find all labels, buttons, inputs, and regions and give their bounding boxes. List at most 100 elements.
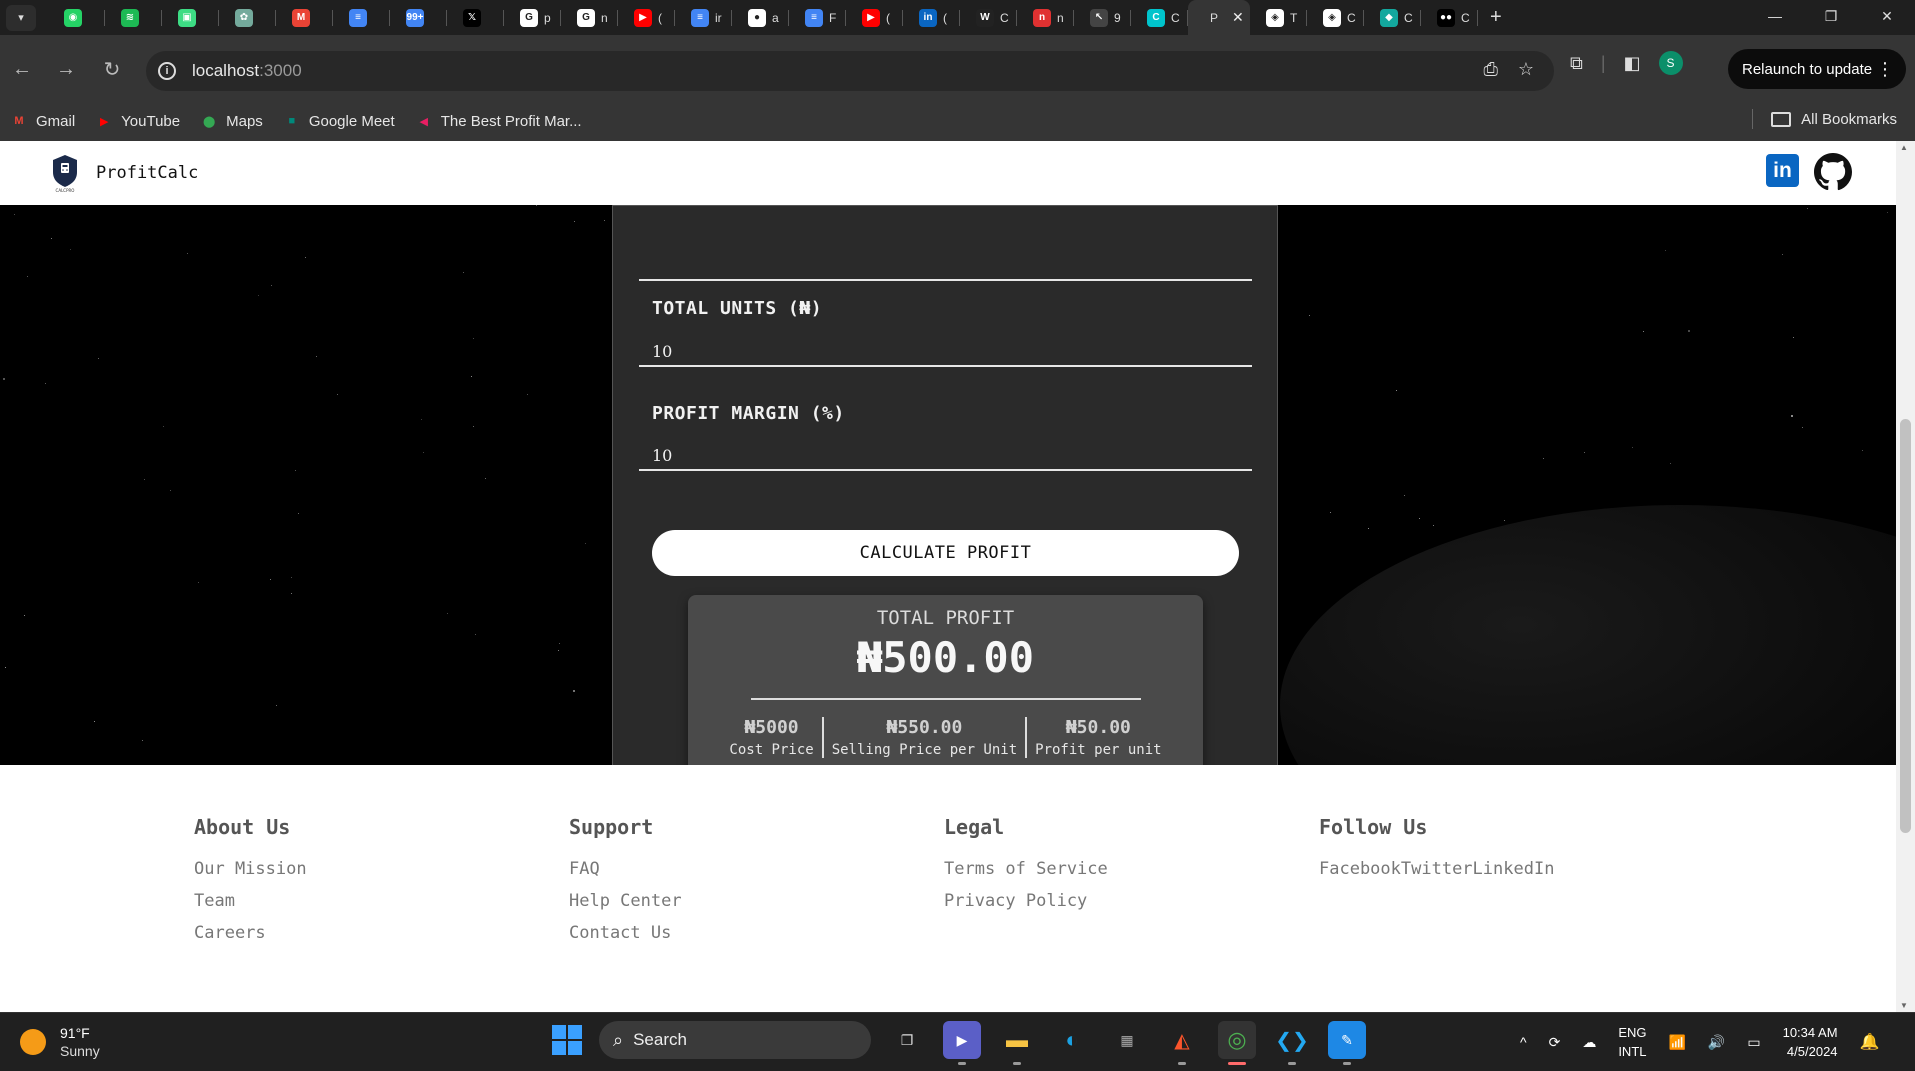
footer-link-twitter[interactable]: Twitter [1401, 859, 1473, 879]
language-indicator[interactable]: ENG INTL [1618, 1023, 1646, 1061]
github-icon[interactable] [1814, 153, 1852, 191]
bookmark-item[interactable]: ▶ YouTube [95, 113, 180, 130]
browser-tab[interactable]: ≡ [333, 0, 390, 35]
taskbar-search[interactable]: ⌕ Search [599, 1021, 871, 1059]
chrome-icon[interactable]: ◎ [1218, 1021, 1256, 1065]
shield-logo-icon[interactable]: CALCPRO [50, 153, 80, 193]
bookmark-item[interactable]: ⬤ Maps [200, 113, 263, 130]
scroll-up-icon[interactable]: ▲ [1900, 143, 1908, 152]
profile-avatar[interactable]: S [1658, 51, 1683, 75]
reload-button[interactable]: ↻ [94, 51, 130, 87]
footer-link-terms[interactable]: Terms of Service [944, 859, 1108, 879]
chevron-up-icon[interactable]: ^ [1520, 1034, 1527, 1050]
footer-heading: Support [569, 815, 654, 839]
browser-tab[interactable]: in ( [903, 0, 960, 35]
clock[interactable]: 10:34 AM 4/5/2024 [1783, 1023, 1838, 1061]
brand-name[interactable]: ProfitCalc [96, 163, 198, 183]
close-tab-icon[interactable]: ✕ [1232, 9, 1244, 26]
footer-link-careers[interactable]: Careers [194, 923, 307, 943]
page-scrollbar[interactable]: ▲ ▼ [1896, 141, 1915, 1012]
battery-icon[interactable]: ▭ [1747, 1034, 1760, 1051]
browser-tab[interactable]: ◉ [48, 0, 105, 35]
browser-tab[interactable]: 𝕏 [447, 0, 504, 35]
browser-tab[interactable]: ≡ ir [675, 0, 732, 35]
restore-button[interactable]: ❐ [1803, 0, 1859, 32]
bookmark-star-icon[interactable]: ☆ [1518, 59, 1534, 80]
browser-tab[interactable]: P ✕ [1188, 0, 1250, 35]
footer-link-our-mission[interactable]: Our Mission [194, 859, 307, 879]
browser-tab[interactable]: Gn [561, 0, 618, 35]
teams-icon[interactable]: ▶ [943, 1021, 981, 1065]
browser-tab[interactable]: ◆ C [1364, 0, 1421, 35]
scroll-down-icon[interactable]: ▼ [1900, 1001, 1908, 1010]
wifi-icon[interactable]: 📶 [1668, 1034, 1685, 1051]
relaunch-button[interactable]: Relaunch to update ⋮ [1728, 49, 1906, 89]
windows-start-icon[interactable] [552, 1025, 582, 1055]
bookmark-item[interactable]: M Gmail [10, 113, 75, 130]
browser-tab[interactable]: ◈ C [1307, 0, 1364, 35]
forward-button[interactable]: → [48, 51, 84, 87]
browser-tab[interactable]: nn [1017, 0, 1074, 35]
all-bookmarks-button[interactable]: All Bookmarks [1752, 109, 1897, 129]
browser-tab[interactable]: CC [1131, 0, 1188, 35]
browser-tab[interactable]: M [276, 0, 333, 35]
vscode-icon[interactable]: ❮❯ [1273, 1021, 1311, 1065]
footer-link-faq[interactable]: FAQ [569, 859, 682, 879]
scrollbar-thumb[interactable] [1900, 419, 1911, 833]
browser-tab[interactable]: ↖ 9 [1074, 0, 1131, 35]
store-icon[interactable]: ▦ [1108, 1021, 1146, 1059]
browser-tab[interactable]: ✿ [219, 0, 276, 35]
browser-tab[interactable]: ●● C [1421, 0, 1478, 35]
browser-tab[interactable]: ▶( [846, 0, 903, 35]
minimize-button[interactable]: — [1747, 0, 1803, 32]
bookmark-item[interactable]: ◀ The Best Profit Mar... [415, 113, 581, 130]
total-profit-value: ₦500.00 [856, 633, 1034, 682]
browser-tab[interactable]: ● a [732, 0, 789, 35]
browser-tab[interactable]: ▣ [162, 0, 219, 35]
browser-tab[interactable]: ◈ T [1250, 0, 1307, 35]
file-explorer-icon[interactable]: ▬ [998, 1021, 1036, 1065]
weather-widget[interactable]: 91°F Sunny [20, 1024, 100, 1060]
browser-tab[interactable]: WC [960, 0, 1017, 35]
browser-tab[interactable]: ▶( [618, 0, 675, 35]
paint-icon[interactable]: ✎ [1328, 1021, 1366, 1065]
cloud-icon[interactable]: ☁ [1582, 1034, 1596, 1051]
volume-icon[interactable]: 🔊 [1708, 1034, 1725, 1051]
star-dot [1688, 330, 1690, 332]
browser-tab[interactable]: ≡ F [789, 0, 846, 35]
footer-link-contact-us[interactable]: Contact Us [569, 923, 682, 943]
site-info-icon[interactable]: i [158, 62, 176, 80]
task-view-icon[interactable]: ❐ [888, 1021, 926, 1059]
footer-link-team[interactable]: Team [194, 891, 307, 911]
install-app-icon[interactable]: ⎙ [1483, 59, 1497, 80]
calculate-profit-button[interactable]: CALCULATE PROFIT [652, 530, 1239, 576]
star-dot [198, 582, 199, 583]
star-dot [51, 238, 52, 239]
total-units-input[interactable]: 10 [652, 342, 672, 361]
chatgpt-icon: ✿ [235, 8, 253, 27]
cursor-icon: ↖ [1090, 8, 1108, 27]
close-window-button[interactable]: ✕ [1859, 0, 1915, 32]
footer-link-facebook[interactable]: Facebook [1319, 859, 1401, 879]
notification-bell-icon[interactable]: 🔔 [1860, 1032, 1880, 1052]
footer-link-linkedin[interactable]: LinkedIn [1473, 859, 1555, 879]
browser-tab[interactable]: Gp [504, 0, 561, 35]
profit-margin-input[interactable]: 10 [652, 446, 672, 465]
edge-icon[interactable]: ◐ [1053, 1021, 1091, 1059]
url-text[interactable]: localhost:3000 [192, 61, 302, 81]
side-panel-icon[interactable]: ◧ [1624, 53, 1641, 74]
sync-icon[interactable]: ⟳ [1549, 1034, 1561, 1051]
bookmark-item[interactable]: ■ Google Meet [283, 113, 394, 130]
back-button[interactable]: ← [4, 51, 40, 87]
new-tab-button[interactable]: + [1490, 6, 1502, 29]
tab-search-button[interactable]: ▾ [6, 4, 36, 31]
brave-icon[interactable]: ◭ [1163, 1021, 1201, 1065]
browser-tab[interactable]: ≋ [105, 0, 162, 35]
footer-link-help-center[interactable]: Help Center [569, 891, 682, 911]
linkedin-icon[interactable]: in [1766, 154, 1799, 187]
all-bookmarks-label: All Bookmarks [1801, 110, 1897, 128]
extensions-icon[interactable]: ⧉ [1570, 53, 1583, 74]
address-bar[interactable]: i localhost:3000 ⎙ ☆ [146, 51, 1554, 91]
footer-link-privacy[interactable]: Privacy Policy [944, 891, 1108, 911]
browser-tab[interactable]: 99+ [390, 0, 447, 35]
